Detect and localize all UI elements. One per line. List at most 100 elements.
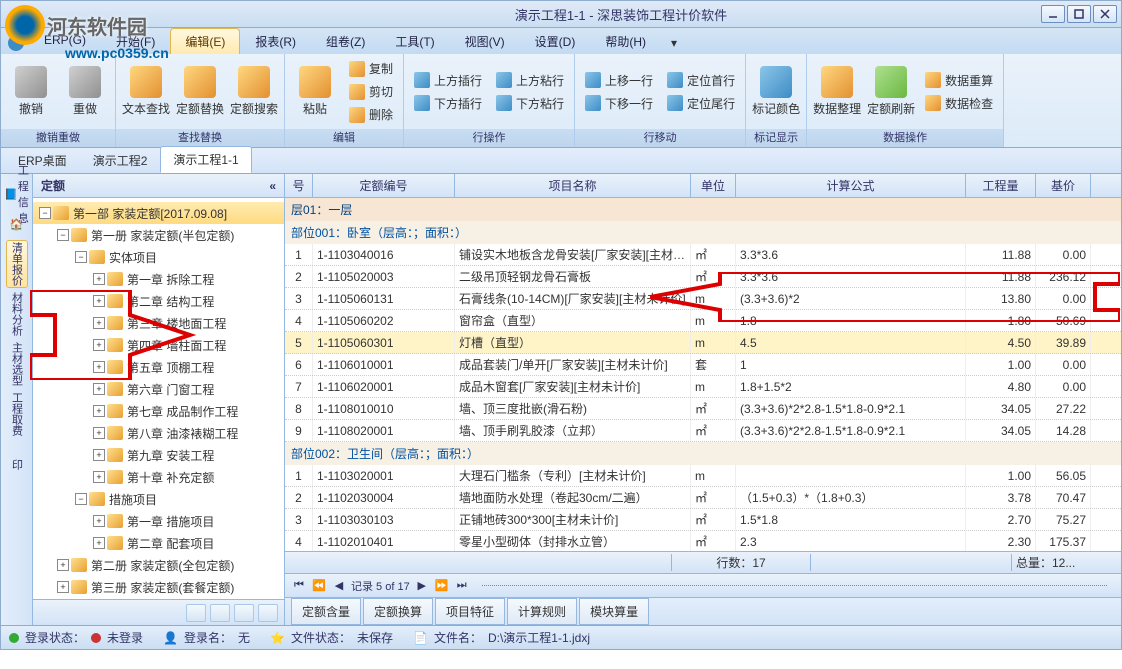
sidebar-印[interactable]: 印: [6, 440, 28, 488]
grid-section[interactable]: 层01：一层: [285, 198, 1121, 221]
grid-cell[interactable]: 成品套装门/单开[厂家安装][主材未计价]: [455, 354, 691, 375]
tree-toggle-icon[interactable]: +: [57, 559, 69, 571]
grid-cell[interactable]: 11.88: [966, 244, 1036, 265]
grid-cell[interactable]: 2.3: [736, 531, 966, 551]
tree-node[interactable]: +第三章 楼地面工程: [33, 312, 284, 334]
tree-node[interactable]: +第八章 油漆裱糊工程: [33, 422, 284, 444]
grid-cell[interactable]: m: [691, 332, 736, 353]
tree-btn-1[interactable]: [186, 604, 206, 622]
menu-tab-5[interactable]: 工具(T): [380, 28, 449, 54]
grid-cell[interactable]: ㎡: [691, 420, 736, 441]
menu-tab-6[interactable]: 视图(V): [450, 28, 520, 54]
grid-cell[interactable]: 1: [736, 354, 966, 375]
sidebar-材料分析[interactable]: 材料分析: [6, 290, 28, 338]
grid-cell[interactable]: 4.5: [736, 332, 966, 353]
ribbon-small-下方插行[interactable]: 下方插行: [410, 93, 486, 114]
grid-cell[interactable]: 墙地面防水处理（卷起30cm/二遍）: [455, 487, 691, 508]
grid-cell[interactable]: 0.00: [1036, 244, 1091, 265]
grid-cell[interactable]: 1-1103030103: [313, 509, 455, 530]
grid-cell[interactable]: 75.27: [1036, 509, 1091, 530]
grid-row[interactable]: 21-1105020003二级吊顶轻钢龙骨石膏板㎡3.3*3.611.88236…: [285, 266, 1121, 288]
grid-cell[interactable]: 1: [285, 465, 313, 486]
grid-cell[interactable]: 铺设实木地板含龙骨安装[厂家安装][主材…: [455, 244, 691, 265]
grid-cell[interactable]: 7: [285, 376, 313, 397]
sidebar-home-icon[interactable]: 🏠: [6, 210, 28, 238]
grid-cell[interactable]: 13.80: [966, 288, 1036, 309]
nav-first[interactable]: ⏮: [291, 579, 307, 593]
tree-toggle-icon[interactable]: +: [93, 449, 105, 461]
nav-last[interactable]: ⏭: [454, 579, 470, 593]
ribbon-small-复制[interactable]: 复制: [345, 58, 397, 79]
ribbon-small-上方粘行[interactable]: 上方粘行: [492, 70, 568, 91]
grid-cell[interactable]: 1.8: [736, 310, 966, 331]
grid-cell[interactable]: ㎡: [691, 487, 736, 508]
bottom-tab-模块算量[interactable]: 模块算量: [579, 598, 649, 625]
tree-node[interactable]: +第一章 措施项目: [33, 510, 284, 532]
ribbon-small-下移一行[interactable]: 下移一行: [581, 93, 657, 114]
grid-cell[interactable]: 窗帘盒（直型）: [455, 310, 691, 331]
tree-node[interactable]: +第三册 家装定额(套餐定额): [33, 576, 284, 598]
tree-toggle-icon[interactable]: +: [93, 405, 105, 417]
nav-next[interactable]: ▶: [414, 579, 430, 593]
sidebar-清单报价[interactable]: 清单报价: [6, 240, 28, 288]
ribbon-查找替换-文本查找[interactable]: 文本查找: [122, 66, 170, 117]
tree-toggle-icon[interactable]: −: [75, 251, 87, 263]
tree-node[interactable]: −措施项目: [33, 488, 284, 510]
grid-cell[interactable]: m: [691, 288, 736, 309]
tree-node[interactable]: −第一部 家装定额[2017.09.08]: [33, 202, 284, 224]
grid-cell[interactable]: 1-1105060131: [313, 288, 455, 309]
ribbon-small-剪切[interactable]: 剪切: [345, 81, 397, 102]
grid-row[interactable]: 41-1105060202窗帘盒（直型）m1.81.8050.69: [285, 310, 1121, 332]
tree-node[interactable]: −实体项目: [33, 246, 284, 268]
grid-cell[interactable]: m: [691, 310, 736, 331]
tree-node[interactable]: −第一册 家装定额(半包定额): [33, 224, 284, 246]
grid-cell[interactable]: 11.88: [966, 266, 1036, 287]
grid-cell[interactable]: 1-1102030004: [313, 487, 455, 508]
grid-cell[interactable]: ㎡: [691, 398, 736, 419]
grid-cell[interactable]: 1-1105020003: [313, 266, 455, 287]
ribbon-small-上方插行[interactable]: 上方插行: [410, 70, 486, 91]
bottom-tab-定额含量[interactable]: 定额含量: [291, 598, 361, 625]
grid-header-计算公式[interactable]: 计算公式: [736, 174, 966, 197]
grid-cell[interactable]: 1.5*1.8: [736, 509, 966, 530]
grid-cell[interactable]: 3.3*3.6: [736, 244, 966, 265]
tree-toggle-icon[interactable]: +: [93, 339, 105, 351]
grid-cell[interactable]: 56.05: [1036, 465, 1091, 486]
ribbon-查找替换-定额替换[interactable]: 定额替换: [176, 66, 224, 117]
grid-cell[interactable]: 4.80: [966, 376, 1036, 397]
grid-row[interactable]: 81-1108010010墙、顶三度批嵌(滑石粉)㎡(3.3+3.6)*2*2.…: [285, 398, 1121, 420]
nav-prevpage[interactable]: ⏪: [311, 579, 327, 593]
tree-toggle-icon[interactable]: +: [93, 471, 105, 483]
grid-header-项目名称[interactable]: 项目名称: [455, 174, 691, 197]
grid-cell[interactable]: 墙、顶三度批嵌(滑石粉): [455, 398, 691, 419]
sidebar-主材选型[interactable]: 主材选型: [6, 340, 28, 388]
grid-cell[interactable]: 2.70: [966, 509, 1036, 530]
bottom-tab-定额换算[interactable]: 定额换算: [363, 598, 433, 625]
grid-cell[interactable]: ㎡: [691, 244, 736, 265]
grid-cell[interactable]: 14.28: [1036, 420, 1091, 441]
tree-node[interactable]: +第二章 结构工程: [33, 290, 284, 312]
menu-tab-7[interactable]: 设置(D): [520, 28, 591, 54]
grid-header-号[interactable]: 号: [285, 174, 313, 197]
grid-cell[interactable]: 4.50: [966, 332, 1036, 353]
tree-toggle-icon[interactable]: +: [93, 295, 105, 307]
grid-cell[interactable]: 1-1108020001: [313, 420, 455, 441]
grid-cell[interactable]: 墙、顶手刷乳胶漆（立邦）: [455, 420, 691, 441]
tree-toggle-icon[interactable]: −: [39, 207, 51, 219]
grid-cell[interactable]: 3.78: [966, 487, 1036, 508]
grid-cell[interactable]: ㎡: [691, 509, 736, 530]
ribbon-small-上移一行[interactable]: 上移一行: [581, 70, 657, 91]
grid-row[interactable]: 41-1102010401零星小型砌体（封排水立管）㎡2.32.30175.37: [285, 531, 1121, 551]
tree-node[interactable]: +第六章 门窗工程: [33, 378, 284, 400]
tree-toggle-icon[interactable]: −: [57, 229, 69, 241]
grid-cell[interactable]: [736, 465, 966, 486]
grid-cell[interactable]: 3: [285, 288, 313, 309]
bottom-tab-计算规则[interactable]: 计算规则: [507, 598, 577, 625]
doc-tab-0[interactable]: ERP桌面: [5, 147, 80, 173]
ribbon-查找替换-定额搜索[interactable]: 定额搜索: [230, 66, 278, 117]
ribbon-撤销重做-重做[interactable]: 重做: [61, 66, 109, 117]
grid-cell[interactable]: 4: [285, 531, 313, 551]
menu-tab-8[interactable]: 帮助(H): [590, 28, 661, 54]
tree-body[interactable]: −第一部 家装定额[2017.09.08]−第一册 家装定额(半包定额)−实体项…: [33, 198, 284, 599]
tree-node[interactable]: +第一章 拆除工程: [33, 268, 284, 290]
